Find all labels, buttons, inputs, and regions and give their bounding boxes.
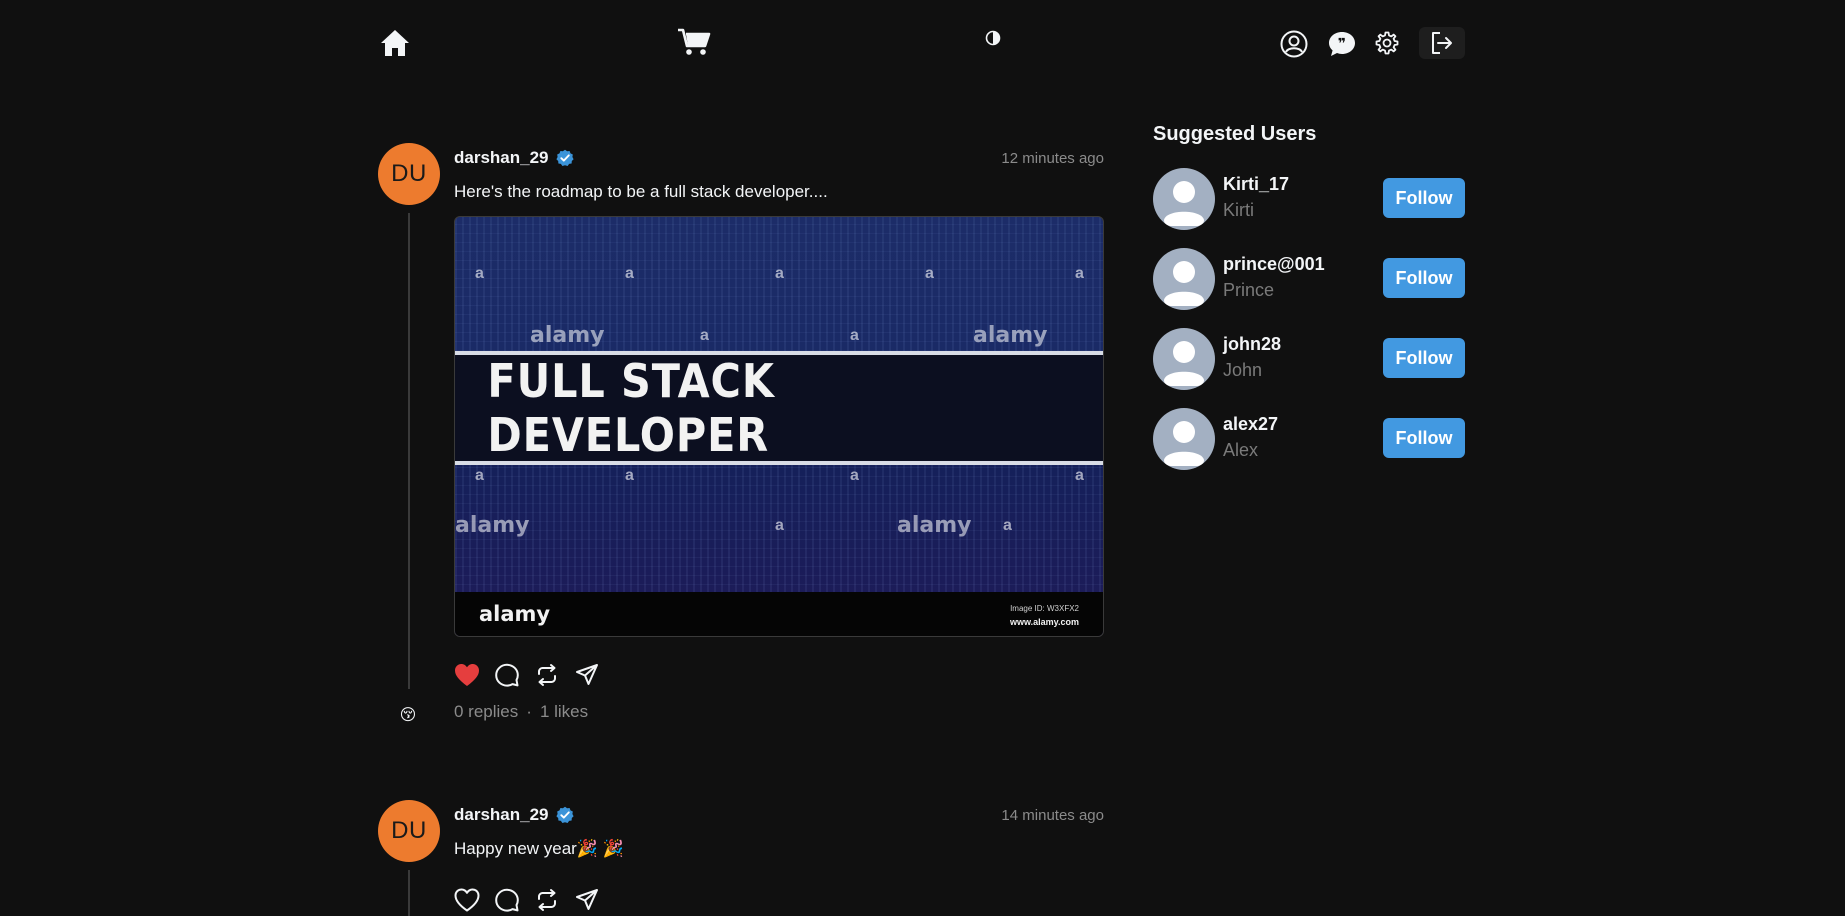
reply-avatar: 😚 [399,707,417,724]
user-circle-icon[interactable] [1278,28,1310,60]
follow-button[interactable]: Follow [1383,418,1465,458]
post-header: darshan_29 14 minutes ago [454,803,1104,827]
thread-line [408,870,410,916]
watermark-letter: a [475,265,484,282]
post-time: 14 minutes ago [1001,806,1104,824]
logout-icon[interactable] [1419,27,1465,59]
post-header: darshan_29 12 minutes ago [454,146,1104,170]
suggested-user-name[interactable]: prince@001 [1223,254,1325,275]
watermark-letter: a [775,517,784,534]
repost-icon[interactable] [534,887,560,913]
avatar[interactable]: DU [378,143,440,205]
post-stats: 0 replies · 1 likes [454,702,588,722]
watermark-letter: a [625,467,634,484]
post-username[interactable]: darshan_29 [454,148,549,168]
image-footer-url: www.alamy.com [1009,617,1079,627]
replies-count[interactable]: 0 replies [454,702,518,721]
verified-icon [555,806,574,824]
image-footer-brand: alamy [479,602,551,626]
comment-icon[interactable] [494,887,520,913]
follow-button[interactable]: Follow [1383,258,1465,298]
watermark: alamy [530,323,605,348]
share-icon[interactable] [574,662,600,688]
suggested-user: Kirti_17 Kirti Follow [1153,168,1465,230]
suggested-user-name[interactable]: john28 [1223,334,1281,355]
image-footer-id: Image ID: W3XFX2 [1010,604,1079,613]
post-text: Here's the roadmap to be a full stack de… [454,182,828,201]
avatar[interactable]: DU [378,800,440,862]
repost-icon[interactable] [534,662,560,688]
default-avatar-icon[interactable] [1153,248,1215,310]
watermark-letter: a [1003,517,1012,534]
watermark: alamy [455,513,530,538]
theme-toggle-icon[interactable] [983,28,1003,48]
suggested-user: prince@001 Prince Follow [1153,248,1465,310]
suggested-user-handle: Prince [1223,280,1275,300]
heart-filled-icon[interactable] [454,662,480,688]
post-image[interactable]: a a a a a alamy alamy a a FULL STACK DEV… [454,216,1104,637]
follow-button[interactable]: Follow [1383,338,1465,378]
suggested-users-panel: Suggested Users Kirti_17 Kirti Follow pr… [1153,120,1465,470]
post-actions [454,662,600,688]
svg-text:❞: ❞ [1338,36,1346,52]
cart-icon[interactable] [676,24,712,60]
watermark-letter: a [850,327,859,344]
image-headline: FULL STACK DEVELOPER [487,354,775,462]
default-avatar-icon[interactable] [1153,408,1215,470]
watermark-letter: a [700,327,709,344]
home-icon[interactable] [378,26,412,60]
watermark-letter: a [850,467,859,484]
suggested-user-handle: John [1223,360,1263,380]
verified-icon [555,149,574,167]
watermark: alamy [897,513,972,538]
watermark-letter: a [1075,467,1084,484]
post-username[interactable]: darshan_29 [454,805,549,825]
suggested-user: alex27 Alex Follow [1153,408,1465,470]
post-time: 12 minutes ago [1001,149,1104,167]
watermark-letter: a [925,265,934,282]
headline-band: FULL STACK DEVELOPER [455,351,1103,465]
suggested-user-handle: Alex [1223,440,1259,460]
watermark-letter: a [775,265,784,282]
default-avatar-icon[interactable] [1153,168,1215,230]
stats-separator: · [526,702,532,721]
image-footer: alamy Image ID: W3XFX2 www.alamy.com [455,592,1103,636]
gear-icon[interactable] [1372,28,1402,58]
suggested-user-name[interactable]: alex27 [1223,414,1278,435]
comment-icon[interactable] [494,662,520,688]
follow-button[interactable]: Follow [1383,178,1465,218]
page: ❞ DU 😚 darshan_29 12 minutes ago Here's … [0,0,1845,916]
suggested-users-title: Suggested Users [1153,123,1317,145]
thread-line [408,213,410,689]
chat-icon[interactable]: ❞ [1326,28,1358,60]
suggested-user-name[interactable]: Kirti_17 [1223,174,1289,195]
watermark: alamy [973,323,1048,348]
watermark-letter: a [475,467,484,484]
post-text: Happy new year🎉 🎉 [454,839,624,858]
default-avatar-icon[interactable] [1153,328,1215,390]
watermark-letter: a [1075,265,1084,282]
suggested-user-handle: Kirti [1223,200,1254,220]
share-icon[interactable] [574,887,600,913]
post-actions [454,887,600,913]
watermark-letter: a [625,265,634,282]
suggested-user: john28 John Follow [1153,328,1465,390]
likes-count[interactable]: 1 likes [540,702,588,721]
heart-icon[interactable] [454,887,480,913]
